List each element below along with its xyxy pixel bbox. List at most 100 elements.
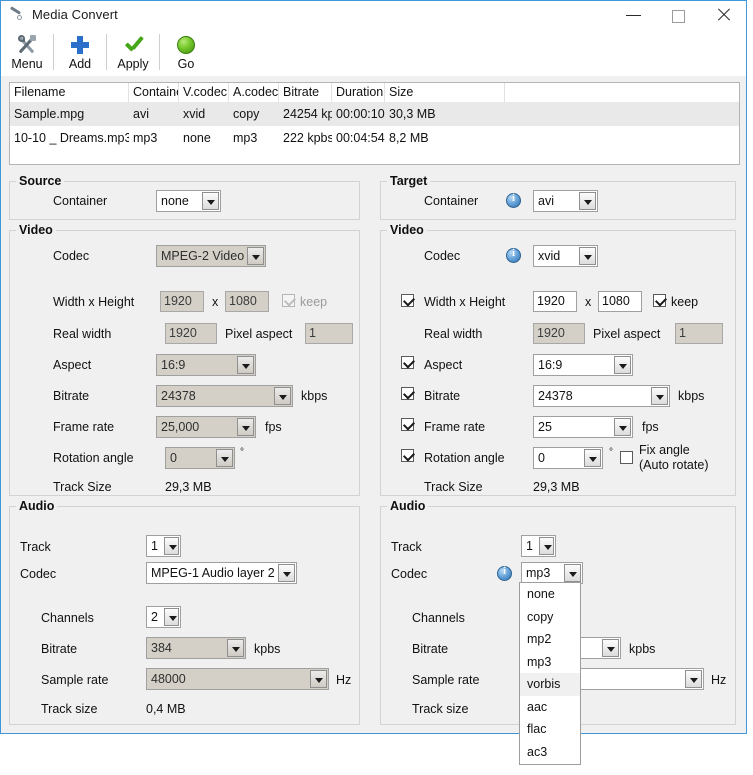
source-audio-bitrate-combo[interactable]: 384 — [146, 637, 246, 659]
table-row[interactable]: 10-10 _ Dreams.mp3 mp3 none mp3 222 kpbs… — [10, 126, 739, 150]
target-width-height-checkbox[interactable] — [401, 294, 414, 307]
table-row[interactable]: Sample.mpg avi xvid copy 24254 kpbs 00:0… — [10, 102, 739, 126]
target-aspect-checkbox[interactable] — [401, 356, 414, 369]
dropdown-option-none[interactable]: none — [520, 583, 580, 606]
source-audio-track-combo[interactable]: 1 — [146, 535, 181, 557]
chevron-down-icon[interactable] — [164, 608, 179, 626]
chevron-down-icon[interactable] — [237, 356, 254, 374]
cell-container: avi — [133, 107, 149, 121]
target-height-field[interactable]: 1080 — [598, 291, 642, 312]
column-header-bitrate[interactable]: Bitrate — [279, 83, 332, 102]
chevron-down-icon[interactable] — [247, 247, 264, 265]
target-audio-codec-combo[interactable]: mp3 — [521, 562, 583, 584]
chevron-down-icon[interactable] — [274, 387, 291, 405]
target-audio-group-label: Audio — [387, 499, 429, 513]
close-icon[interactable] — [701, 1, 746, 29]
dropdown-option-aac[interactable]: aac — [520, 696, 580, 719]
source-sample-rate-combo[interactable]: 48000 — [146, 668, 329, 690]
maximize-icon[interactable] — [656, 1, 701, 29]
column-header-filename[interactable]: Filename — [10, 83, 129, 102]
target-aspect-label: Aspect — [424, 358, 463, 372]
cell-filename: 10-10 _ Dreams.mp3 — [14, 131, 129, 145]
chevron-down-icon[interactable] — [202, 192, 219, 210]
menu-button[interactable]: Menu — [1, 28, 53, 76]
dropdown-option-mp2[interactable]: mp2 — [520, 628, 580, 651]
source-video-bitrate-label: Bitrate — [53, 389, 90, 403]
source-video-bitrate-combo[interactable]: 24378 — [156, 385, 293, 407]
apply-button-label: Apply — [117, 56, 149, 71]
source-rotation-combo[interactable]: 0 — [165, 447, 235, 469]
title-bar[interactable]: Media Convert — [1, 0, 746, 28]
source-audio-bitrate-label: Bitrate — [41, 642, 78, 656]
source-audio-codec-combo[interactable]: MPEG-1 Audio layer 2 — [146, 562, 297, 584]
target-rotation-combo[interactable]: 0 — [533, 447, 603, 469]
dropdown-option-mp3[interactable]: mp3 — [520, 651, 580, 674]
chevron-down-icon[interactable] — [579, 192, 596, 210]
info-icon[interactable] — [497, 566, 512, 581]
target-video-track-size-value: 29,3 MB — [533, 480, 580, 494]
go-button[interactable]: Go — [160, 28, 212, 76]
chevron-down-icon[interactable] — [614, 356, 631, 374]
source-frame-rate-combo[interactable]: 25,000 — [156, 416, 256, 438]
file-list-header: Filename Container V.codec A.codec Bitra… — [10, 83, 739, 102]
target-group-label: Target — [387, 174, 431, 188]
column-header-container[interactable]: Container — [129, 83, 179, 102]
column-header-acodec[interactable]: A.codec — [229, 83, 279, 102]
source-container-combo[interactable]: none — [156, 190, 221, 212]
target-container-combo[interactable]: avi — [533, 190, 598, 212]
target-rotation-checkbox[interactable] — [401, 449, 414, 462]
chevron-down-icon[interactable] — [584, 449, 601, 467]
source-audio-track-value: 1 — [151, 539, 158, 553]
fix-angle-checkbox[interactable] — [620, 451, 633, 464]
column-header-duration[interactable]: Duration — [332, 83, 385, 102]
target-frame-rate-checkbox[interactable] — [401, 418, 414, 431]
target-bitrate-checkbox[interactable] — [401, 387, 414, 400]
dropdown-option-vorbis[interactable]: vorbis — [520, 673, 580, 696]
info-icon[interactable] — [506, 248, 521, 263]
source-real-width-field[interactable]: 1920 — [165, 323, 217, 344]
column-header-vcodec[interactable]: V.codec — [179, 83, 229, 102]
target-video-codec-combo[interactable]: xvid — [533, 245, 598, 267]
source-video-codec-combo[interactable]: MPEG-2 Video — [156, 245, 266, 267]
go-button-label: Go — [177, 56, 195, 71]
chevron-down-icon[interactable] — [651, 387, 668, 405]
dropdown-option-copy[interactable]: copy — [520, 606, 580, 629]
target-width-field[interactable]: 1920 — [533, 291, 577, 312]
target-frame-rate-combo[interactable]: 25 — [533, 416, 633, 438]
target-keep-checkbox[interactable] — [653, 294, 666, 307]
audio-codec-dropdown-list[interactable]: none copy mp2 mp3 vorbis aac flac ac3 — [519, 582, 581, 765]
chevron-down-icon[interactable] — [278, 564, 295, 582]
source-rotation-value: 0 — [170, 451, 177, 465]
chevron-down-icon[interactable] — [602, 639, 619, 657]
chevron-down-icon[interactable] — [216, 449, 233, 467]
dropdown-option-flac[interactable]: flac — [520, 718, 580, 741]
source-height-field[interactable]: 1080 — [225, 291, 269, 312]
chevron-down-icon[interactable] — [579, 247, 596, 265]
cell-size: 8,2 MB — [389, 131, 429, 145]
chevron-down-icon[interactable] — [564, 564, 581, 582]
target-aspect-combo[interactable]: 16:9 — [533, 354, 633, 376]
chevron-down-icon[interactable] — [227, 639, 244, 657]
chevron-down-icon[interactable] — [685, 670, 702, 688]
file-list[interactable]: Filename Container V.codec A.codec Bitra… — [9, 82, 740, 165]
chevron-down-icon[interactable] — [164, 537, 179, 555]
minimize-icon[interactable] — [611, 1, 656, 29]
target-video-bitrate-combo[interactable]: 24378 — [533, 385, 670, 407]
source-pixel-aspect-field[interactable]: 1 — [305, 323, 353, 344]
info-icon[interactable] — [506, 193, 521, 208]
dropdown-option-ac3[interactable]: ac3 — [520, 741, 580, 764]
chevron-down-icon[interactable] — [310, 670, 327, 688]
source-audio-track-size-label: Track size — [41, 702, 98, 716]
source-aspect-combo[interactable]: 16:9 — [156, 354, 256, 376]
source-width-field[interactable]: 1920 — [160, 291, 204, 312]
chevron-down-icon[interactable] — [539, 537, 554, 555]
chevron-down-icon[interactable] — [237, 418, 254, 436]
apply-button[interactable]: Apply — [107, 28, 159, 76]
wrench-icon — [8, 5, 24, 23]
target-audio-track-combo[interactable]: 1 — [521, 535, 556, 557]
add-button[interactable]: Add — [54, 28, 106, 76]
column-header-size[interactable]: Size — [385, 83, 505, 102]
cell-container: mp3 — [133, 131, 158, 145]
source-channels-combo[interactable]: 2 — [146, 606, 181, 628]
chevron-down-icon[interactable] — [614, 418, 631, 436]
